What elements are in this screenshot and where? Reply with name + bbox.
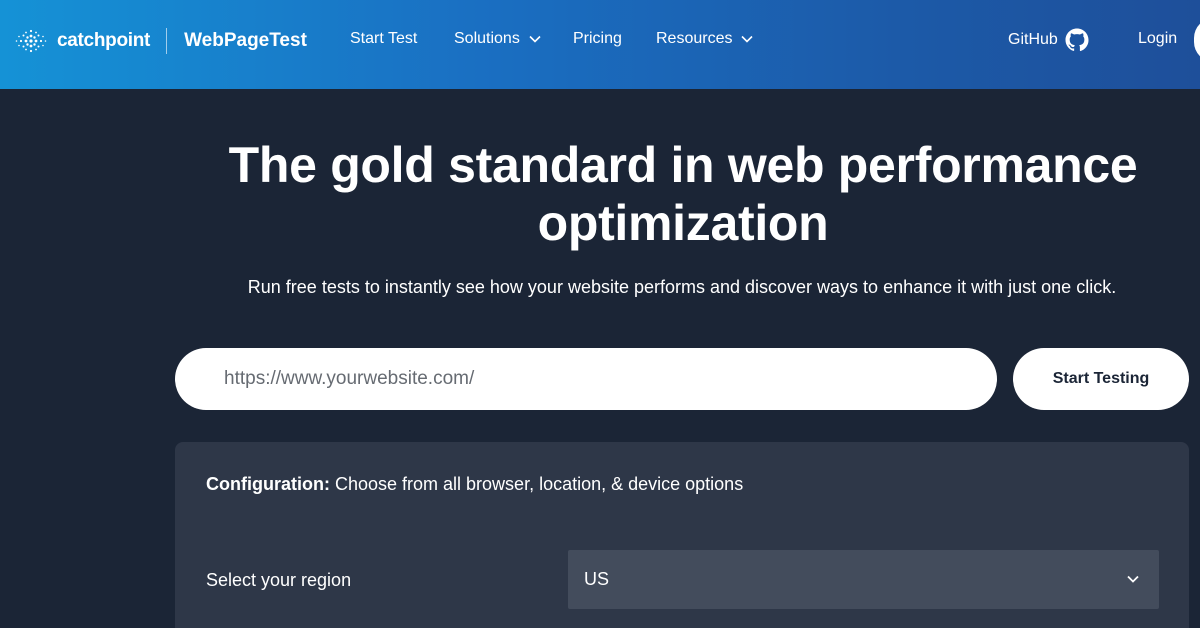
region-select-value: US [584, 569, 610, 589]
hero-title: The gold standard in web performance opt… [160, 136, 1200, 252]
region-label: Select your region [206, 570, 352, 590]
nav-resources-label: Resources [656, 30, 733, 47]
nav-start-test-label: Start Test [350, 30, 418, 47]
nav-start-test[interactable]: Start Test [350, 30, 417, 48]
chevron-down-icon [1127, 575, 1139, 583]
chevron-down-icon [741, 35, 754, 43]
brand[interactable]: catchpoint WebPageTest [13, 27, 307, 55]
catchpoint-logo-icon [15, 29, 47, 53]
github-icon [1065, 28, 1089, 52]
account-button[interactable] [1194, 18, 1200, 62]
brand-divider [166, 28, 168, 54]
url-input[interactable] [175, 348, 997, 410]
hero-subtitle: Run free tests to instantly see how your… [247, 277, 1117, 297]
login-label: Login [1138, 30, 1178, 47]
nav-pricing[interactable]: Pricing [573, 30, 622, 48]
product-name: WebPageTest [184, 30, 307, 51]
nav-resources[interactable]: Resources [656, 30, 754, 48]
github-label: GitHub [1008, 31, 1058, 48]
start-testing-button[interactable]: Start Testing [1013, 348, 1189, 410]
configuration-description[interactable]: Configuration: Choose from all browser, … [206, 474, 743, 495]
top-nav-bar: catchpoint WebPageTest Start Test Soluti… [0, 0, 1200, 89]
configuration-label: Configuration: [206, 474, 330, 494]
login-link[interactable]: Login [1138, 30, 1177, 48]
chevron-down-icon [529, 35, 541, 43]
github-link[interactable]: GitHub [1008, 28, 1089, 52]
nav-solutions[interactable]: Solutions [454, 30, 541, 48]
brand-name: catchpoint [57, 30, 151, 51]
hero-title-line1: The gold standard in web performance [228, 137, 1138, 193]
hero-title-line2: optimization [537, 195, 829, 251]
configuration-panel: Configuration: Choose from all browser, … [175, 442, 1189, 628]
region-select[interactable]: US [568, 550, 1159, 609]
nav-pricing-label: Pricing [573, 30, 622, 47]
nav-solutions-label: Solutions [454, 30, 520, 47]
configuration-text: Choose from all browser, location, & dev… [329, 474, 744, 494]
